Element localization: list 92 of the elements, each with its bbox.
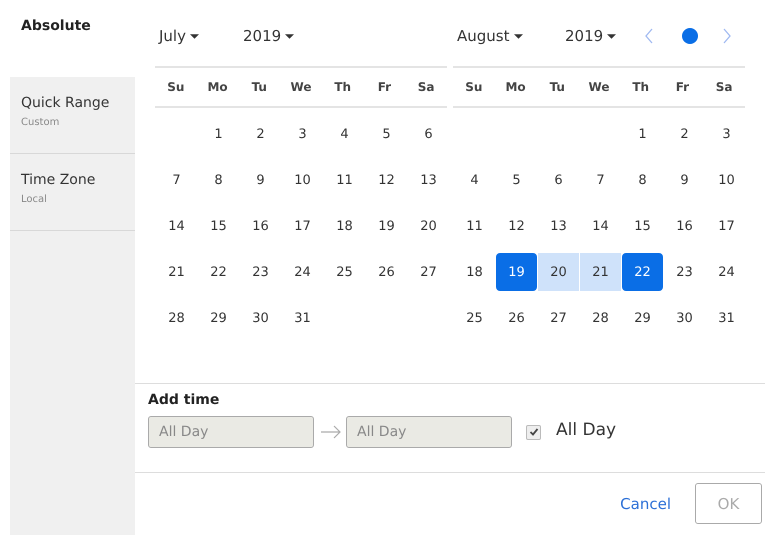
day-cell[interactable]: 28 — [156, 299, 197, 337]
day-cell[interactable]: 12 — [496, 207, 537, 245]
day-cell[interactable]: 5 — [366, 115, 407, 153]
day-cell[interactable]: 17 — [282, 207, 323, 245]
day-cell[interactable]: 7 — [156, 161, 197, 199]
weekday-label: Th — [334, 80, 352, 94]
day-cell[interactable]: 22 — [622, 253, 663, 291]
day-cell[interactable]: 6 — [538, 161, 579, 199]
day-cell[interactable]: 3 — [282, 115, 323, 153]
weekday-label: Tu — [252, 80, 267, 94]
sidebar-tab[interactable]: Absolute — [10, 0, 135, 77]
day-cell[interactable]: 22 — [198, 253, 239, 291]
day-cell[interactable]: 1 — [198, 115, 239, 153]
day-cell[interactable]: 18 — [454, 253, 495, 291]
day-cell[interactable]: 13 — [408, 161, 449, 199]
day-cell[interactable]: 6 — [408, 115, 449, 153]
day-cell[interactable]: 19 — [366, 207, 407, 245]
weekday-label: Tu — [550, 80, 565, 94]
day-cell[interactable]: 29 — [622, 299, 663, 337]
day-cell[interactable]: 20 — [538, 253, 579, 291]
day-cell[interactable]: 5 — [496, 161, 537, 199]
day-cell[interactable]: 12 — [366, 161, 407, 199]
year-dropdown[interactable]: 2019 — [239, 27, 298, 45]
day-cell[interactable]: 8 — [622, 161, 663, 199]
day-cell[interactable]: 2 — [664, 115, 705, 153]
all-day-checkbox[interactable] — [526, 424, 541, 440]
caret-icon — [190, 34, 199, 38]
day-cell[interactable]: 4 — [454, 161, 495, 199]
day-cell[interactable]: 10 — [706, 161, 747, 199]
day-cell[interactable]: 9 — [664, 161, 705, 199]
day-cell[interactable]: 29 — [198, 299, 239, 337]
day-cell[interactable]: 11 — [324, 161, 365, 199]
day-cell[interactable]: 31 — [282, 299, 323, 337]
section-title: Add time — [148, 392, 220, 408]
day-cell[interactable]: 4 — [324, 115, 365, 153]
day-cell[interactable]: 25 — [324, 253, 365, 291]
day-cell[interactable]: 30 — [664, 299, 705, 337]
day-cell[interactable]: 14 — [580, 207, 621, 245]
day-cell[interactable]: 24 — [706, 253, 747, 291]
day-cell[interactable]: 24 — [282, 253, 323, 291]
day-cell[interactable]: 13 — [538, 207, 579, 245]
day-cell[interactable]: 15 — [198, 207, 239, 245]
day-cell[interactable]: 9 — [240, 161, 281, 199]
weekday-label: Su — [465, 80, 482, 94]
weekday-label: Su — [167, 80, 184, 94]
month-dropdown[interactable]: August — [453, 27, 561, 45]
day-cell[interactable]: 20 — [408, 207, 449, 245]
weekday-label: Sa — [716, 80, 733, 94]
weekday-label: Th — [632, 80, 650, 94]
all-day-label: All Day — [556, 420, 616, 440]
caret-icon — [514, 34, 522, 38]
day-cell[interactable]: 10 — [282, 161, 323, 199]
day-cell[interactable]: 21 — [580, 253, 621, 291]
day-cell[interactable]: 17 — [706, 207, 747, 245]
day-cell[interactable]: 26 — [366, 253, 407, 291]
day-cell[interactable]: 2 — [240, 115, 281, 153]
day-cell[interactable]: 25 — [454, 299, 495, 337]
cancel-link[interactable]: Cancel — [620, 494, 671, 512]
day-cell[interactable]: 23 — [240, 253, 281, 291]
weekday-label: Mo — [207, 80, 228, 94]
day-cell[interactable]: 30 — [240, 299, 281, 337]
day-cell[interactable]: 27 — [408, 253, 449, 291]
day-cell[interactable]: 8 — [198, 161, 239, 199]
day-cell[interactable]: 21 — [156, 253, 197, 291]
day-cell[interactable]: 18 — [324, 207, 365, 245]
weekday-label: Fr — [676, 80, 690, 94]
day-cell[interactable]: 26 — [496, 299, 537, 337]
day-cell[interactable]: 11 — [454, 207, 495, 245]
day-cell[interactable]: 28 — [580, 299, 621, 337]
caret-icon — [607, 34, 616, 38]
arrow-right-icon — [320, 425, 342, 439]
weekday-label: Sa — [418, 80, 435, 94]
day-cell[interactable]: 19 — [496, 253, 537, 291]
day-cell[interactable]: 16 — [664, 207, 705, 245]
day-cell[interactable]: 27 — [538, 299, 579, 337]
day-cell[interactable]: 1 — [622, 115, 663, 153]
day-cell[interactable]: 14 — [156, 207, 197, 245]
day-cell[interactable]: 31 — [706, 299, 747, 337]
day-cell[interactable]: 7 — [580, 161, 621, 199]
day-cell[interactable]: 16 — [240, 207, 281, 245]
month-dropdown[interactable]: July — [155, 27, 239, 45]
weekday-label: We — [290, 80, 312, 94]
weekday-label: We — [588, 80, 610, 94]
checkmark-icon — [528, 427, 538, 437]
year-dropdown[interactable]: 2019 — [561, 27, 620, 45]
today-dot-icon[interactable] — [682, 28, 698, 44]
weekday-label: Fr — [378, 80, 392, 94]
day-cell[interactable]: 15 — [622, 207, 663, 245]
weekday-label: Mo — [505, 80, 526, 94]
day-cell[interactable]: 23 — [664, 253, 705, 291]
day-cell[interactable]: 3 — [706, 115, 747, 153]
caret-icon — [285, 34, 294, 38]
